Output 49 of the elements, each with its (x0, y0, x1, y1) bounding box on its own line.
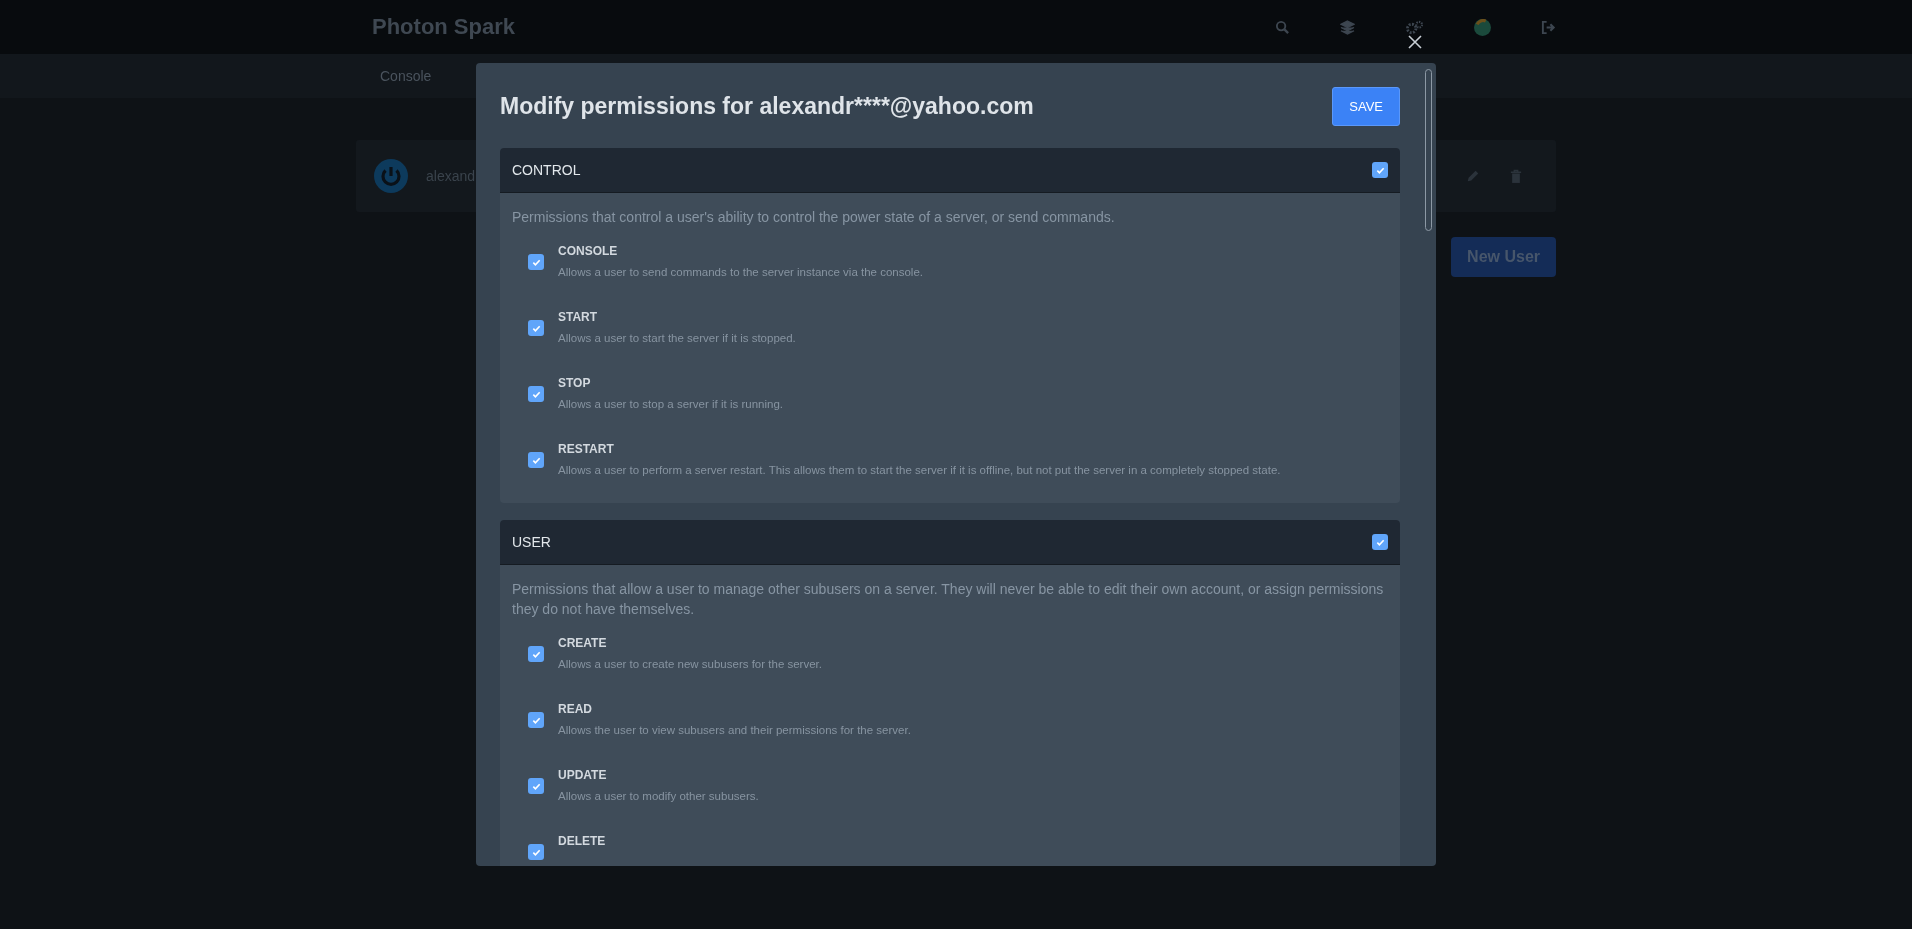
permission-description: Allows a user to send commands to the server instance via the console. (558, 266, 923, 278)
nav-tab[interactable]: Console (380, 68, 432, 84)
permission-description: Allows the user to view subusers and their permissions for the server. (558, 724, 911, 736)
permission-description: Allows a user to perform a server restart. This allows them to start the server if it is offline, but not put the server in a completely stopped state. (558, 464, 1281, 476)
permission-description: Allows a user to modify other subusers. (558, 790, 759, 802)
check-icon (531, 455, 541, 465)
section-description: Permissions that control a user's ability to control the power state of a server, or send commands. (512, 208, 1116, 227)
save-button[interactable]: SAVE (1332, 87, 1400, 126)
permission-name: DELETE (558, 834, 606, 848)
check-icon (1375, 165, 1385, 175)
checkbox[interactable] (528, 452, 544, 468)
permission-name: UPDATE (558, 768, 608, 782)
section-title: USER (512, 534, 551, 550)
check-icon (1375, 537, 1385, 547)
checkbox[interactable] (528, 646, 544, 662)
check-icon (531, 715, 541, 725)
checkbox[interactable] (528, 254, 544, 270)
close-icon[interactable] (1408, 35, 1422, 49)
checkbox[interactable] (528, 320, 544, 336)
checkbox[interactable] (1372, 162, 1388, 178)
permission-name: CONSOLE (558, 244, 619, 258)
avatar-icon[interactable] (1474, 18, 1491, 36)
power-icon (374, 159, 408, 193)
checkbox[interactable] (528, 778, 544, 794)
checkbox[interactable] (528, 386, 544, 402)
dialog-title: Modify permissions for alexandr****@yahoo.com (500, 93, 1034, 120)
checkbox[interactable] (528, 844, 544, 860)
permission-description: Allows a user to create new subusers for the server. (558, 658, 822, 670)
check-icon (531, 649, 541, 659)
app-title: Photon Spark (372, 14, 515, 40)
permission-name: READ (558, 702, 593, 716)
permission-description: Allows a user to stop a server if it is running. (558, 398, 783, 410)
logout-icon[interactable] (1541, 19, 1556, 35)
check-icon (531, 389, 541, 399)
layers-icon[interactable] (1340, 19, 1355, 35)
section-title: CONTROL (512, 162, 581, 178)
check-icon (531, 323, 541, 333)
checkbox[interactable] (1372, 534, 1388, 550)
permission-name: CREATE (558, 636, 608, 650)
permission-name: START (558, 310, 599, 324)
check-icon (531, 257, 541, 267)
check-icon (531, 847, 541, 857)
permission-name: STOP (558, 376, 592, 390)
permission-name: RESTART (558, 442, 615, 456)
section-description: Permissions that allow a user to manage other subusers on a server. They will never be able to edit their own account, or assign permissions they do not have themselves. (512, 580, 1385, 619)
checkbox[interactable] (528, 712, 544, 728)
permission-description: Allows a user to start the server if it is stopped. (558, 332, 796, 344)
check-icon (531, 781, 541, 791)
search-icon[interactable] (1275, 19, 1290, 35)
